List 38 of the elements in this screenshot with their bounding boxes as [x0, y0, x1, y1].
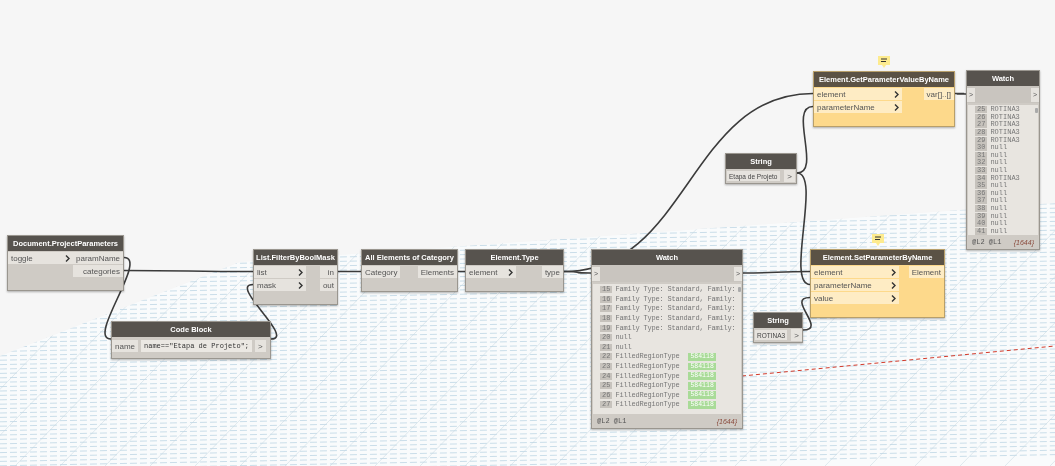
- input-port[interactable]: mask: [254, 279, 306, 291]
- chevron-icon: [65, 254, 70, 262]
- connector-wire[interactable]: [123, 269, 254, 273]
- connector-wire[interactable]: [246, 283, 278, 340]
- output-port[interactable]: Element: [908, 266, 944, 278]
- output-port[interactable]: categories: [73, 265, 123, 277]
- chevron-icon: [508, 268, 513, 276]
- output-port[interactable]: paramName: [73, 252, 123, 264]
- output-port[interactable]: >: [791, 329, 802, 341]
- connector-wire[interactable]: [954, 92, 967, 95]
- connector-wire[interactable]: [801, 296, 812, 331]
- output-port[interactable]: in: [319, 266, 337, 278]
- connector-wire[interactable]: [796, 172, 811, 286]
- connector-wire[interactable]: [742, 270, 811, 274]
- input-port[interactable]: name: [112, 340, 138, 352]
- connector-wire[interactable]: [337, 270, 362, 273]
- node-card[interactable]: [591, 249, 743, 429]
- output-port[interactable]: Elements: [417, 266, 457, 278]
- input-port[interactable]: element: [811, 266, 899, 278]
- input-port[interactable]: Category: [362, 266, 400, 278]
- input-port[interactable]: parameterName: [814, 101, 902, 113]
- input-port[interactable]: list: [254, 266, 306, 278]
- input-port[interactable]: element: [814, 88, 902, 100]
- connector-wire[interactable]: [456, 270, 467, 273]
- note-icon[interactable]: [877, 55, 891, 69]
- scrollbar-thumb[interactable]: [738, 287, 741, 292]
- output-port[interactable]: type: [541, 266, 563, 278]
- input-port[interactable]: toggle: [8, 252, 73, 264]
- scrollbar-thumb[interactable]: [1035, 108, 1038, 113]
- output-port[interactable]: >: [784, 170, 795, 182]
- input-port[interactable]: parameterName: [811, 279, 899, 291]
- output-port[interactable]: >: [255, 340, 266, 352]
- connector-wire[interactable]: [796, 105, 814, 174]
- input-port[interactable]: element: [466, 266, 516, 278]
- note-icon[interactable]: [870, 233, 885, 247]
- input-port[interactable]: value: [811, 292, 899, 304]
- output-port[interactable]: out: [319, 279, 337, 291]
- output-port[interactable]: var[]..[]: [923, 88, 954, 100]
